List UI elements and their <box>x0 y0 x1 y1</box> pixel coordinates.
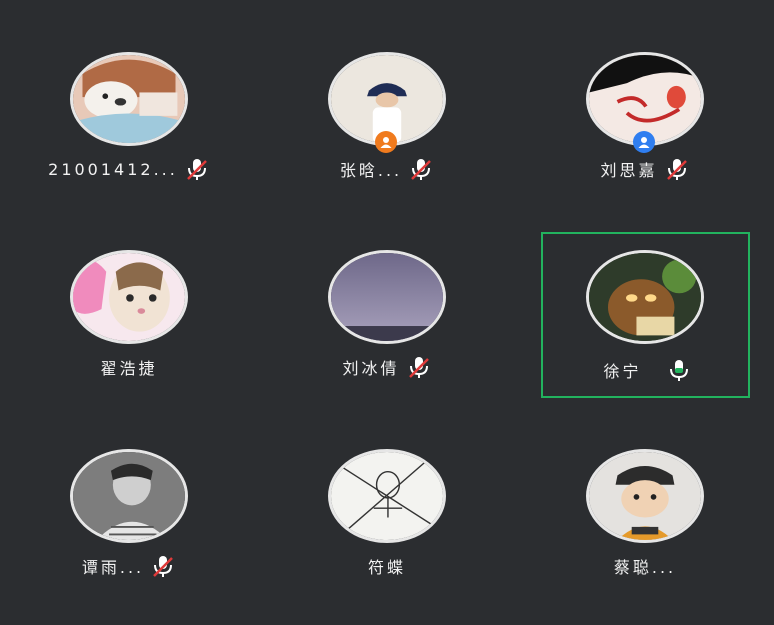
mic-muted-icon[interactable] <box>184 156 210 182</box>
participant-tile[interactable]: 蔡聪... <box>545 446 745 616</box>
participant-tile[interactable]: 张晗... <box>287 49 487 219</box>
participant-name: 刘思嘉 <box>600 161 658 180</box>
mic-muted-icon[interactable] <box>406 354 432 380</box>
name-row: 21001412... <box>29 155 229 183</box>
participant-tile[interactable]: 刘思嘉 <box>545 49 745 219</box>
avatar <box>70 449 188 543</box>
mic-muted-icon[interactable] <box>664 156 690 182</box>
mic-muted-icon[interactable] <box>408 156 434 182</box>
name-row: 刘思嘉 <box>545 155 745 183</box>
participant-name: 21001412... <box>48 159 178 179</box>
participant-tile[interactable]: 刘冰倩 <box>287 247 487 417</box>
avatar <box>328 250 446 344</box>
participant-name: 蔡聪... <box>613 558 677 577</box>
name-row: 蔡聪... <box>545 552 745 580</box>
mic-active-icon[interactable] <box>666 357 692 383</box>
participant-grid: 21001412... 张晗... 刘思嘉 翟浩捷 刘冰倩 徐宁 谭雨... 符… <box>0 0 774 625</box>
name-row: 徐宁 <box>543 356 752 384</box>
name-row: 刘冰倩 <box>287 353 487 381</box>
avatar <box>70 52 188 146</box>
participant-tile[interactable]: 翟浩捷 <box>29 247 229 417</box>
avatar <box>70 250 188 344</box>
participant-name: 翟浩捷 <box>100 359 158 378</box>
name-row: 翟浩捷 <box>29 353 229 381</box>
name-row: 张晗... <box>287 155 487 183</box>
avatar <box>586 449 704 543</box>
participant-tile-speaking[interactable]: 徐宁 <box>541 232 750 398</box>
participant-name: 刘冰倩 <box>342 359 400 378</box>
participant-tile[interactable]: 符蝶 <box>287 446 487 616</box>
mic-muted-icon[interactable] <box>150 553 176 579</box>
participant-name: 符蝶 <box>367 558 406 577</box>
name-row: 谭雨... <box>29 552 229 580</box>
avatar <box>586 250 704 344</box>
avatar <box>328 449 446 543</box>
name-row: 符蝶 <box>287 552 487 580</box>
participant-name: 谭雨... <box>81 558 145 577</box>
participant-tile[interactable]: 谭雨... <box>29 446 229 616</box>
participant-tile[interactable]: 21001412... <box>29 49 229 219</box>
participant-name: 徐宁 <box>603 362 642 381</box>
cohost-badge-icon <box>633 131 655 153</box>
participant-name: 张晗... <box>339 161 403 180</box>
host-badge-icon <box>375 131 397 153</box>
